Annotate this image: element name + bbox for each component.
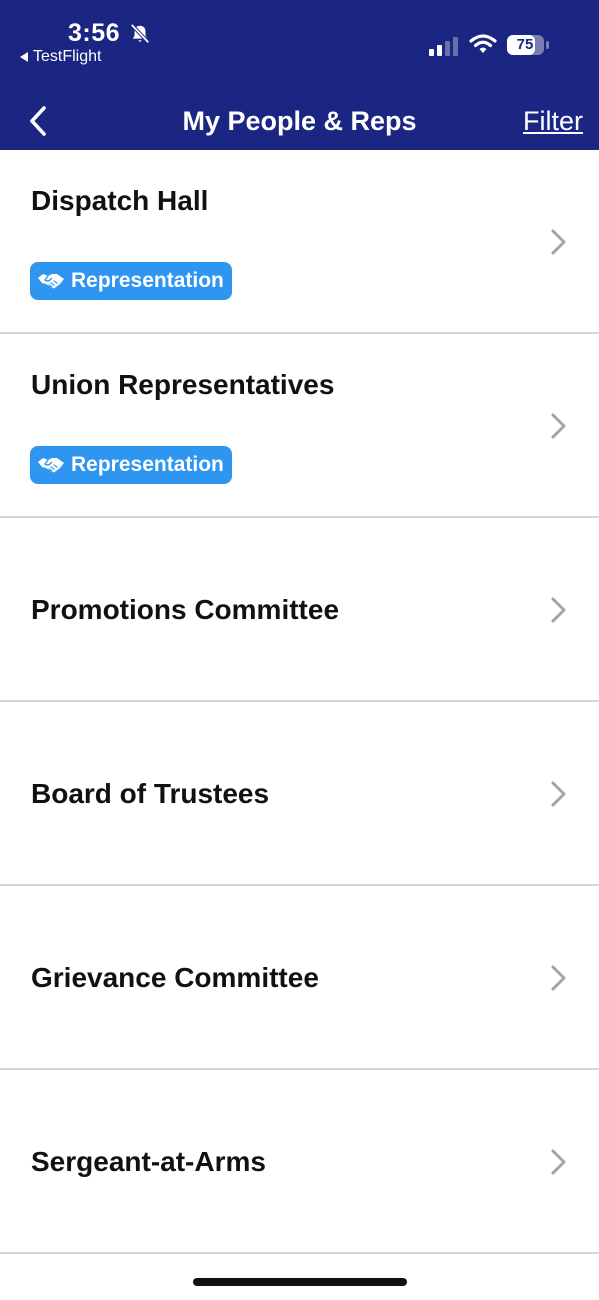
signal-icon [429,37,458,56]
chevron-right-icon [551,965,566,991]
back-app-label: TestFlight [33,48,102,65]
list-item-board-of-trustees[interactable]: Board of Trustees [0,702,599,886]
page-title: My People & Reps [182,106,417,136]
home-indicator[interactable] [193,1278,407,1286]
back-to-app-link[interactable]: TestFlight [20,48,101,66]
list-item-grievance-committee[interactable]: Grievance Committee [0,886,599,1070]
filter-button[interactable]: Filter [523,104,583,138]
badge-label: Representation [71,453,224,476]
header: 3:56 TestFlight 75 My People & Reps Filt… [0,0,599,150]
chevron-right-icon [551,413,566,439]
list-item-title: Board of Trustees [31,778,270,809]
chevron-right-icon [551,781,566,807]
wifi-icon [469,34,497,53]
handshake-icon [38,274,64,289]
bell-slash-icon [130,23,150,44]
chevron-right-icon [551,229,566,255]
list-item-title: Grievance Committee [31,962,319,993]
battery-level: 75 [516,36,534,53]
representation-badge: Representation [30,262,232,300]
status-time: 3:56 [68,19,121,47]
handshake-icon [38,458,64,473]
list-item-title: Promotions Committee [31,594,340,625]
list-item-sergeant-at-arms[interactable]: Sergeant-at-Arms [0,1070,599,1254]
badge-label: Representation [71,269,224,292]
chevron-right-icon [551,1149,566,1175]
list-item-promotions-committee[interactable]: Promotions Committee [0,518,599,702]
back-triangle-icon [20,52,28,62]
representation-badge: Representation [30,446,232,484]
screen: 3:56 TestFlight 75 My People & Reps Filt… [0,0,599,1300]
list-item-title: Union Representatives [31,369,335,400]
list-item-title: Dispatch Hall [31,185,209,216]
list-item-title: Sergeant-at-Arms [31,1146,266,1177]
list-item-dispatch-hall[interactable]: Dispatch Hall Representation [0,150,599,334]
chevron-right-icon [551,597,566,623]
list-item-union-representatives[interactable]: Union Representatives Representation [0,334,599,518]
groups-list: Dispatch Hall Representation Union Repre… [0,150,599,1254]
